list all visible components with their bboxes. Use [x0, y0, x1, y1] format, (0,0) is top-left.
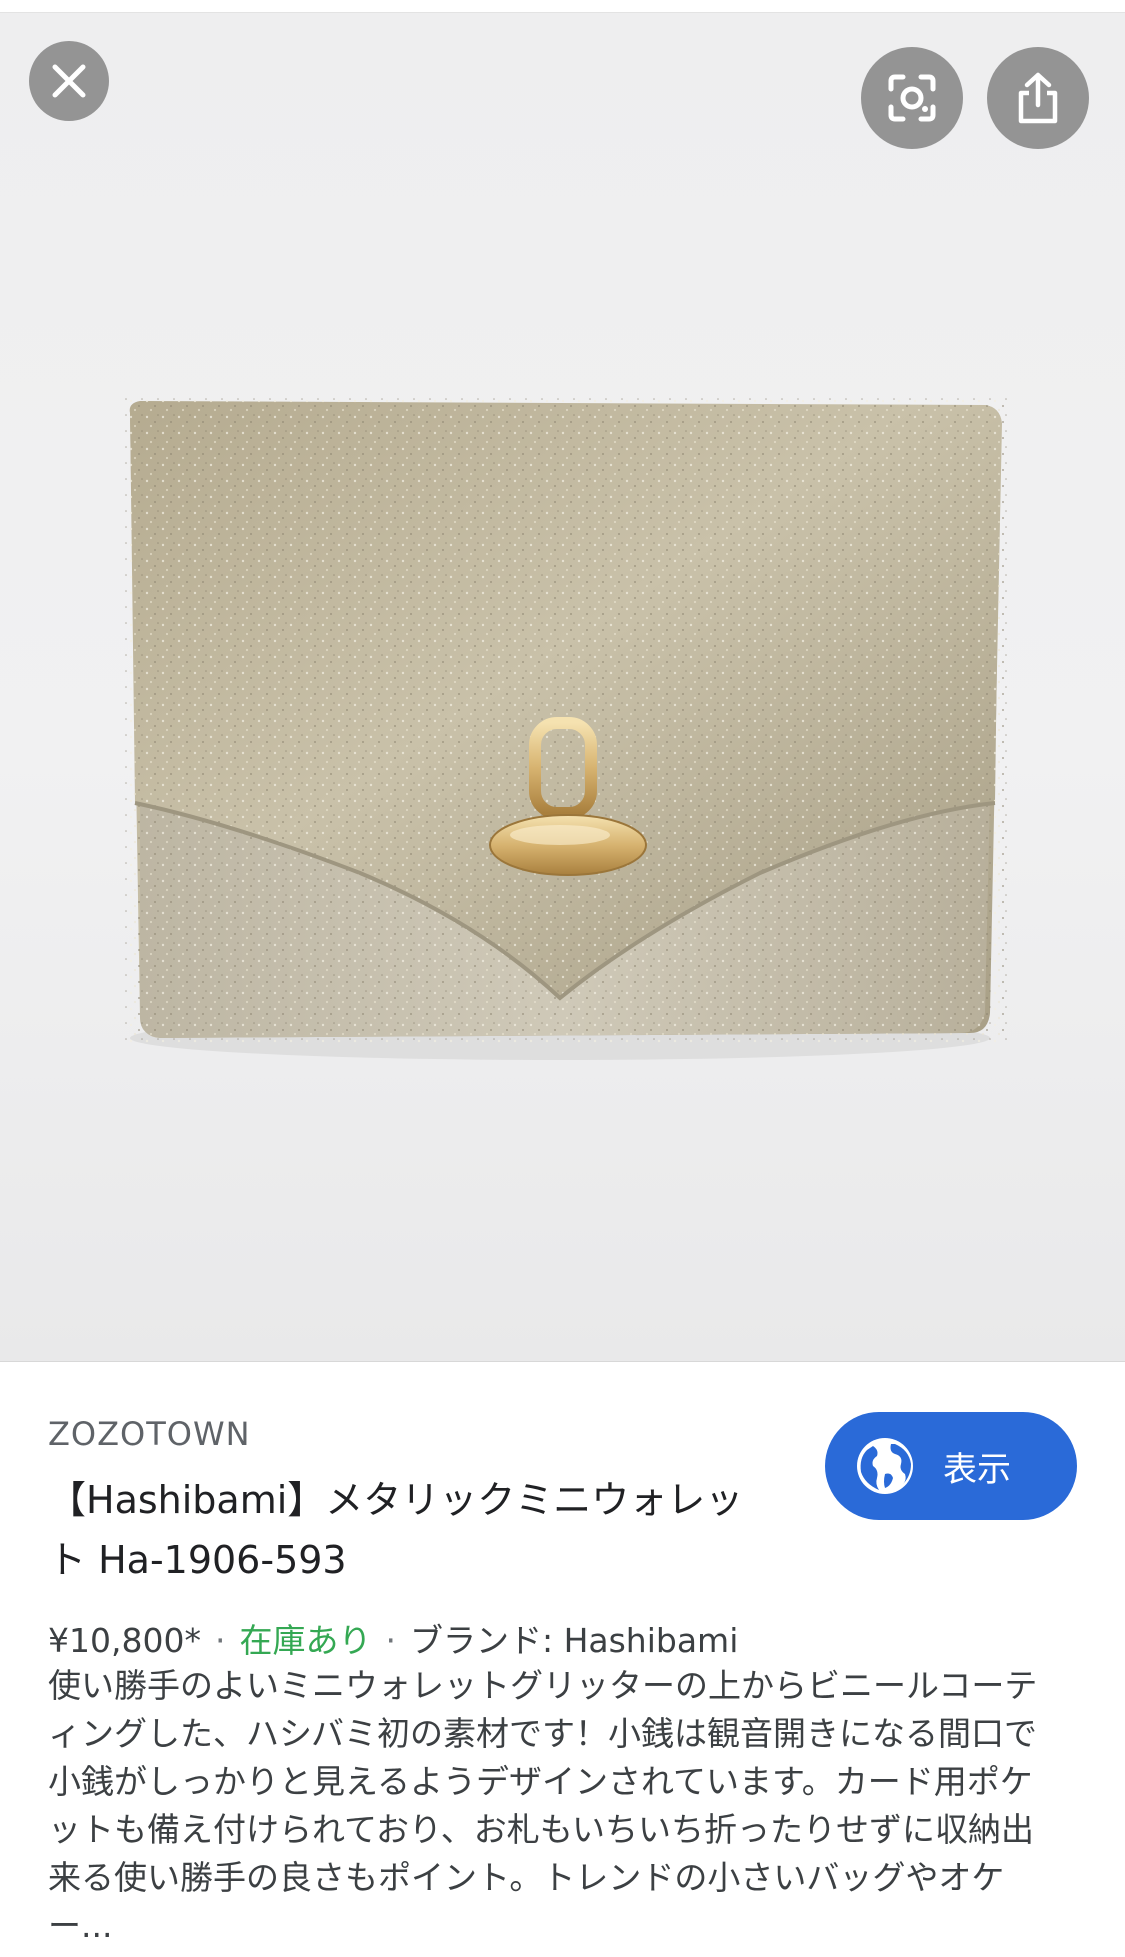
- stock-status: 在庫あり: [239, 1621, 372, 1660]
- close-icon: [52, 64, 86, 98]
- product-image-area[interactable]: [0, 13, 1125, 1362]
- product-title[interactable]: 【Hashibami】メタリックミニウォレット Ha-1906-593: [48, 1470, 778, 1590]
- share-button[interactable]: [987, 47, 1089, 149]
- share-icon: [1018, 72, 1058, 124]
- product-image: [125, 398, 1010, 1060]
- price: ¥10,800*: [48, 1621, 201, 1660]
- product-description: 使い勝手のよいミニウォレットグリッターの上からビニールコーティングした、ハシバミ…: [48, 1666, 1038, 1945]
- brand: ブランド: Hashibami: [409, 1621, 739, 1660]
- product-meta: ¥10,800* · 在庫あり · ブランド: Hashibami: [48, 1614, 738, 1662]
- separator: ·: [385, 1621, 396, 1660]
- lens-button[interactable]: [861, 47, 963, 149]
- globe-icon: [857, 1438, 913, 1494]
- visit-label: 表示: [943, 1449, 1011, 1490]
- separator: ·: [214, 1621, 226, 1660]
- close-button[interactable]: [29, 41, 109, 121]
- visit-button[interactable]: 表示: [825, 1412, 1077, 1520]
- lens-icon: [888, 74, 936, 122]
- source-site: ZOZOTOWN: [48, 1415, 251, 1453]
- top-edge: [0, 0, 1125, 13]
